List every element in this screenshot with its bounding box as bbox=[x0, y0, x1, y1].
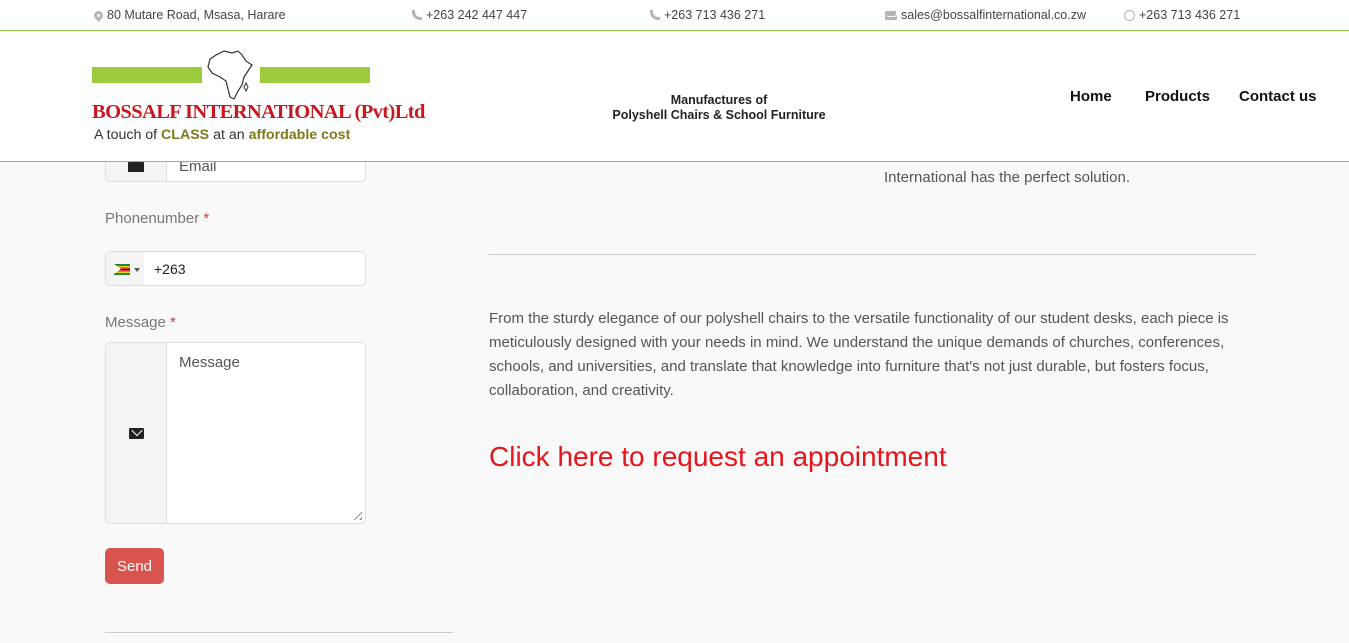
phone1-text[interactable]: +263 242 447 447 bbox=[426, 8, 527, 22]
mail-icon bbox=[885, 10, 897, 20]
phone-label-text: Phonenumber bbox=[105, 210, 200, 227]
phone-label: Phonenumber * bbox=[105, 210, 209, 227]
phone-icon bbox=[412, 10, 422, 20]
whatsapp-text[interactable]: +263 713 436 271 bbox=[1139, 8, 1240, 22]
logo-bar-right bbox=[260, 67, 370, 83]
whatsapp-icon bbox=[1124, 9, 1135, 21]
address-text: 80 Mutare Road, Msasa, Harare bbox=[107, 8, 286, 22]
email-link[interactable]: sales@bossalfinternational.co.zw bbox=[901, 8, 1086, 22]
top-info-bar: 80 Mutare Road, Msasa, Harare +263 242 4… bbox=[0, 0, 1349, 31]
logo-bar-left bbox=[92, 67, 202, 83]
phone1-item[interactable]: +263 242 447 447 bbox=[412, 8, 527, 22]
mail-icon bbox=[128, 162, 144, 172]
message-label: Message * bbox=[105, 314, 176, 331]
message-addon bbox=[106, 343, 167, 523]
headline-line-1: Manufactures of bbox=[670, 93, 768, 107]
divider bbox=[489, 254, 1256, 255]
phone2-item[interactable]: +263 713 436 271 bbox=[650, 8, 765, 22]
tagline-class: CLASS bbox=[161, 127, 210, 143]
header-headline: Manufactures of Polyshell Chairs & Schoo… bbox=[560, 93, 878, 123]
send-button[interactable]: Send bbox=[105, 548, 164, 584]
map-pin-icon bbox=[92, 8, 105, 22]
required-mark: * bbox=[170, 314, 176, 331]
email-item[interactable]: sales@bossalfinternational.co.zw bbox=[885, 8, 1086, 22]
phone-value: +263 bbox=[154, 261, 186, 277]
country-selector[interactable] bbox=[106, 252, 144, 285]
phone-icon bbox=[650, 10, 660, 20]
message-label-text: Message bbox=[105, 314, 166, 331]
site-header: BOSSALF INTERNATIONAL (Pvt)Ltd A touch o… bbox=[0, 31, 1349, 162]
zimbabwe-flag-icon bbox=[114, 264, 130, 275]
resize-handle-icon[interactable] bbox=[350, 508, 362, 520]
divider bbox=[105, 632, 453, 633]
chevron-down-icon bbox=[134, 268, 140, 272]
nav-products[interactable]: Products bbox=[1145, 88, 1210, 105]
tagline-part: A touch of bbox=[94, 127, 162, 143]
whatsapp-item[interactable]: +263 713 436 271 bbox=[1124, 8, 1240, 22]
nav-home[interactable]: Home bbox=[1070, 88, 1112, 105]
tagline-affordable: affordable cost bbox=[248, 127, 351, 143]
tagline-part: at an bbox=[209, 127, 249, 143]
message-placeholder: Message bbox=[179, 354, 240, 371]
address-item: 80 Mutare Road, Msasa, Harare bbox=[92, 8, 286, 22]
appointment-link[interactable]: Click here to request an appointment bbox=[489, 441, 947, 473]
phone2-text[interactable]: +263 713 436 271 bbox=[664, 8, 765, 22]
logo[interactable]: BOSSALF INTERNATIONAL (Pvt)Ltd A touch o… bbox=[92, 47, 425, 157]
nav-contact[interactable]: Contact us bbox=[1239, 88, 1317, 105]
africa-map-icon bbox=[207, 50, 253, 100]
message-field[interactable]: Message bbox=[105, 342, 366, 524]
required-mark: * bbox=[203, 210, 210, 227]
intro-text: International has the perfect solution. bbox=[884, 169, 1130, 186]
company-tagline: A touch of CLASS at an affordable cost bbox=[94, 127, 350, 143]
company-name: BOSSALF INTERNATIONAL (Pvt)Ltd bbox=[92, 101, 425, 123]
headline-line-2: Polyshell Chairs & School Furniture bbox=[612, 108, 826, 122]
envelope-icon bbox=[129, 428, 144, 439]
phone-field[interactable]: +263 bbox=[105, 251, 366, 286]
about-paragraph: From the sturdy elegance of our polyshel… bbox=[489, 310, 1229, 399]
